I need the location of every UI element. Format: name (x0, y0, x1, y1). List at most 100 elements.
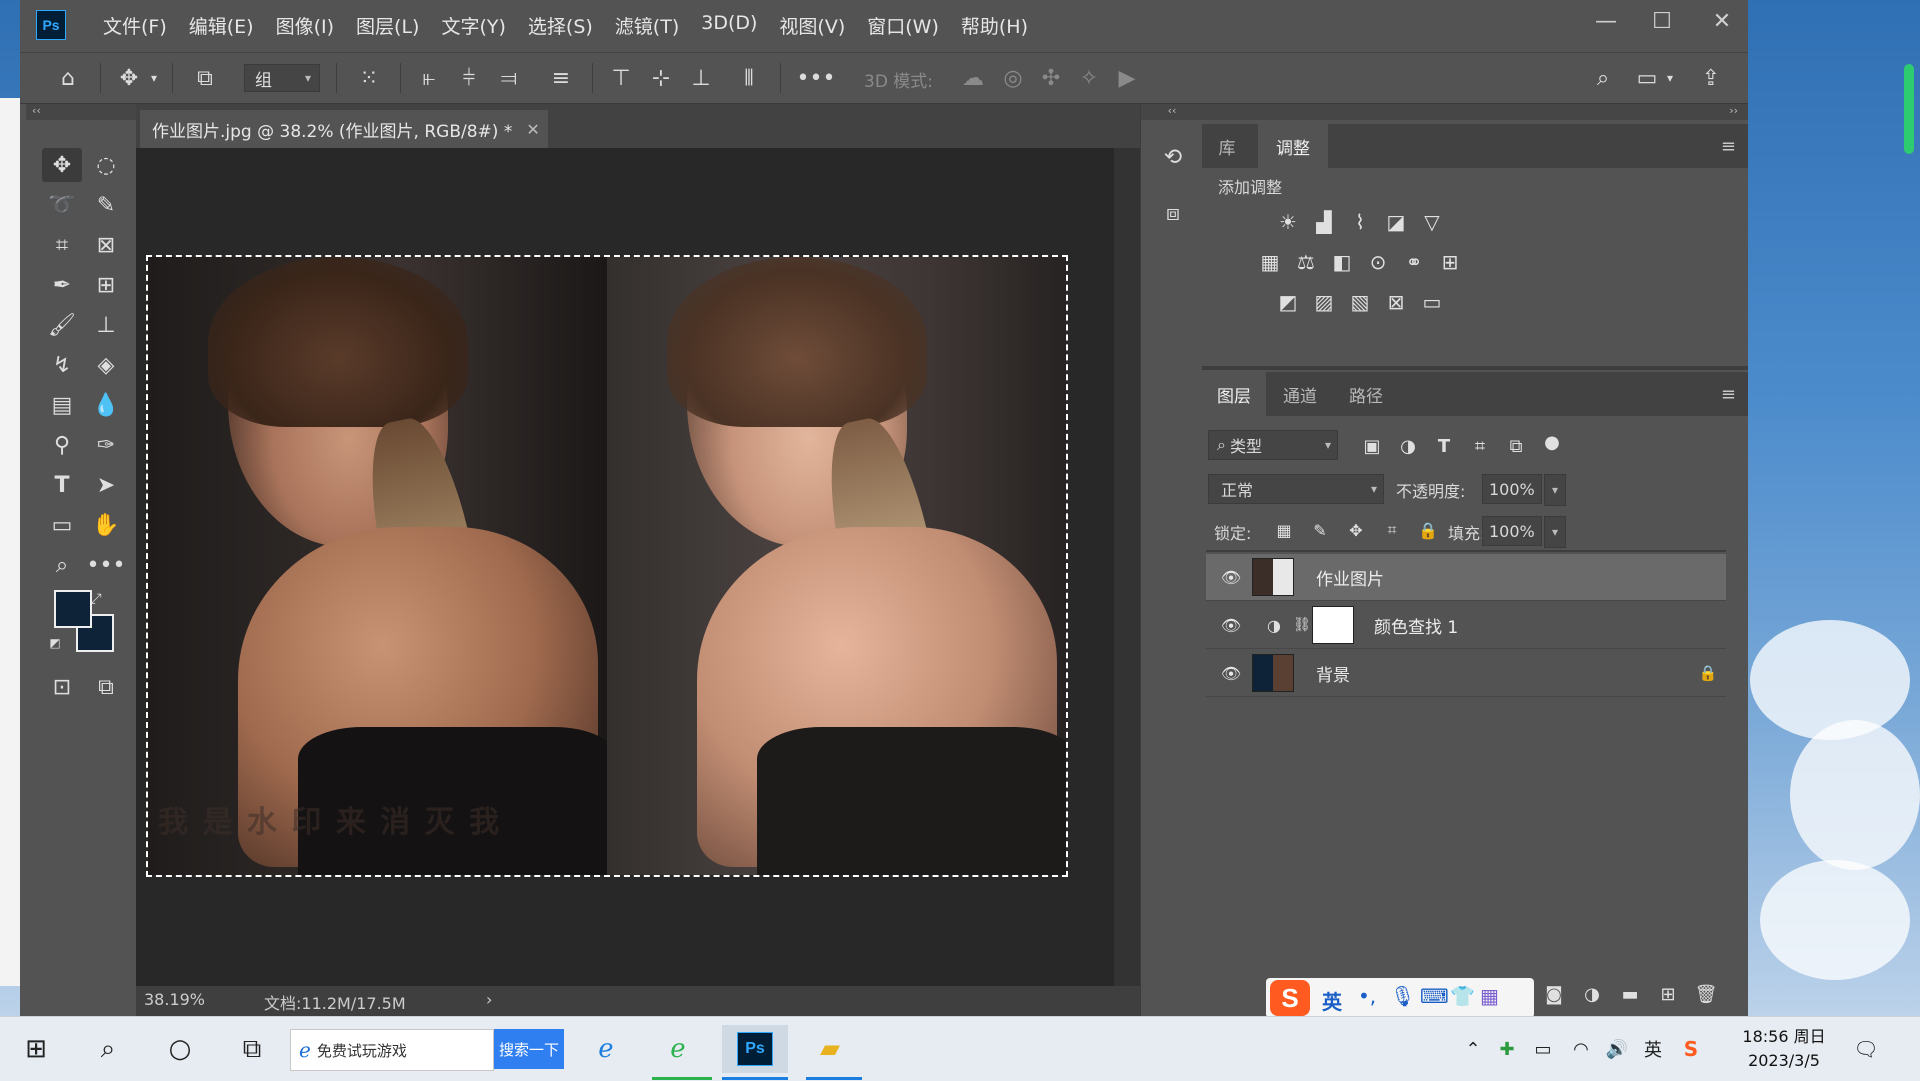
crop-tool-icon[interactable]: ⌗ (42, 228, 82, 262)
filter-type-icon[interactable]: T (1430, 432, 1458, 460)
menu-help[interactable]: 帮助(H) (950, 12, 1039, 39)
tab-adjustments[interactable]: 调整 (1258, 124, 1328, 168)
move-tool-icon[interactable]: ✥ (112, 61, 146, 95)
delete-layer-icon[interactable]: 🗑 (1692, 980, 1720, 1008)
tab-paths[interactable]: 路径 (1334, 372, 1398, 416)
lasso-tool-icon[interactable]: ➰ (42, 188, 82, 222)
search-icon[interactable]: ⌕ (84, 1025, 132, 1073)
clone-stamp-tool-icon[interactable]: ⊥ (86, 308, 126, 342)
levels-icon[interactable]: ▟ (1310, 208, 1338, 236)
eye-icon[interactable]: 👁 (1220, 662, 1242, 684)
menu-select[interactable]: 选择(S) (517, 12, 604, 39)
dodge-tool-icon[interactable]: ⚲ (42, 428, 82, 462)
taskbar-clock[interactable]: 18:56 周日 2023/3/5 (1734, 1025, 1834, 1073)
zoom-level[interactable]: 38.19% (144, 990, 205, 1009)
new-adjustment-layer-icon[interactable]: ◑ (1578, 980, 1606, 1008)
layer-filter-dropdown[interactable]: ⌕ 类型 ▾ (1208, 430, 1338, 460)
new-layer-icon[interactable]: ⊞ (1654, 980, 1682, 1008)
tools-panel-collapse[interactable]: ‹‹ (26, 104, 136, 120)
align-middle-icon[interactable]: ⊹ (644, 61, 678, 95)
blur-tool-icon[interactable]: 💧 (86, 388, 126, 422)
posterize-icon[interactable]: ▨ (1310, 288, 1338, 316)
history-brush-tool-icon[interactable]: ↯ (42, 348, 82, 382)
color-balance-icon[interactable]: ⚖ (1292, 248, 1320, 276)
tray-language[interactable]: 英 (1636, 1025, 1670, 1073)
close-button[interactable]: ✕ (1702, 6, 1742, 36)
gradient-tool-icon[interactable]: ▤ (42, 388, 82, 422)
layer-row-color-lookup[interactable]: 👁 ◑ ⛓ 颜色查找 1 (1206, 602, 1726, 649)
tray-sogou-icon[interactable]: S (1676, 1025, 1706, 1073)
tray-chevron-icon[interactable]: ⌃ (1458, 1025, 1488, 1073)
color-lookup-icon[interactable]: ⊞ (1436, 248, 1464, 276)
lock-pixels-icon[interactable]: ✎ (1306, 516, 1334, 544)
minimize-button[interactable]: — (1586, 6, 1626, 36)
align-top-icon[interactable]: ⊤ (604, 61, 638, 95)
eye-icon[interactable]: 👁 (1220, 566, 1242, 588)
new-group-icon[interactable]: ▬ (1616, 980, 1644, 1008)
properties-panel-icon[interactable]: ⧈ (1153, 196, 1193, 230)
lock-position-icon[interactable]: ✥ (1342, 516, 1370, 544)
canvas[interactable]: 我 是 水 印 来 消 灭 我 (146, 255, 1068, 877)
fill-input[interactable]: 100% (1482, 516, 1542, 546)
type-tool-icon[interactable]: T (42, 468, 82, 502)
photo-filter-icon[interactable]: ⊙ (1364, 248, 1392, 276)
layer-row-homework[interactable]: 👁 作业图片 (1206, 554, 1726, 601)
photoshop-taskbar-button[interactable]: Ps (722, 1025, 788, 1073)
path-select-tool-icon[interactable]: ➤ (86, 468, 126, 502)
vertical-scrollbar[interactable] (1114, 148, 1140, 986)
distribute-icon[interactable]: ≡ (544, 61, 578, 95)
move-tool-icon[interactable]: ✥ (42, 148, 82, 182)
align-center-icon[interactable]: ⫩ (452, 61, 486, 95)
zoom-tool-icon[interactable]: ⌕ (42, 548, 82, 582)
curves-icon[interactable]: ⌇ (1346, 208, 1374, 236)
ime-punctuation-icon[interactable]: •, (1358, 984, 1376, 1008)
healing-brush-tool-icon[interactable]: ⊞ (86, 268, 126, 302)
menu-filter[interactable]: 滤镜(T) (604, 12, 690, 39)
taskbar-search-button[interactable]: 搜索一下 (494, 1029, 564, 1069)
vibrance-icon[interactable]: ▽ (1418, 208, 1446, 236)
layers-panel-menu-icon[interactable]: ≡ (1721, 384, 1736, 405)
taskbar-search-box[interactable]: ℯ 免费试玩游戏 (290, 1029, 494, 1071)
layer-row-background[interactable]: 👁 背景 🔒 (1206, 650, 1726, 697)
file-explorer-icon[interactable]: ▰ (806, 1025, 854, 1073)
blend-mode-dropdown[interactable]: 正常 ▾ (1208, 474, 1384, 504)
menu-edit[interactable]: 编辑(E) (178, 12, 265, 39)
invert-icon[interactable]: ◩ (1274, 288, 1302, 316)
layer-name[interactable]: 背景 (1316, 661, 1350, 686)
gradient-map-icon[interactable]: ▭ (1418, 288, 1446, 316)
quick-select-tool-icon[interactable]: ✎ (86, 188, 126, 222)
document-tab[interactable]: 作业图片.jpg @ 38.2% (作业图片, RGB/8#) * ✕ (140, 110, 548, 148)
3d-slide-icon[interactable]: ✧ (1072, 61, 1106, 95)
browser-360-icon[interactable]: ℯ (654, 1025, 702, 1073)
search-icon[interactable]: ⌕ (1586, 61, 1620, 95)
lock-artboard-icon[interactable]: ⌗ (1378, 516, 1406, 544)
tab-layers[interactable]: 图层 (1202, 372, 1266, 416)
chevron-down-icon[interactable]: ▾ (146, 61, 162, 95)
hue-saturation-icon[interactable]: ▦ (1256, 248, 1284, 276)
tab-library[interactable]: 库 (1202, 124, 1252, 168)
menu-window[interactable]: 窗口(W) (856, 12, 950, 39)
panel-strip-collapse[interactable]: ‹‹ (1141, 104, 1203, 120)
layer-mask-thumbnail[interactable] (1312, 606, 1354, 644)
home-icon[interactable]: ⌂ (48, 61, 88, 95)
task-view-icon[interactable]: ⧉ (228, 1025, 276, 1073)
notification-icon[interactable]: 🗨 (1846, 1025, 1886, 1073)
close-tab-icon[interactable]: ✕ (526, 120, 539, 139)
foreground-color-swatch[interactable] (54, 590, 92, 628)
threshold-icon[interactable]: ▧ (1346, 288, 1374, 316)
eyedropper-tool-icon[interactable]: ✒ (42, 268, 82, 302)
more-options-icon[interactable]: ••• (796, 61, 836, 95)
workspace-icon[interactable]: ▭ (1630, 61, 1664, 95)
ime-voice-icon[interactable]: 🎙 (1390, 984, 1415, 1008)
marquee-tool-icon[interactable]: ◌ (86, 148, 126, 182)
default-colors-icon[interactable]: ◩ (44, 632, 66, 654)
menu-type[interactable]: 文字(Y) (430, 12, 516, 39)
auto-select-layers-icon[interactable]: ⧉ (188, 61, 222, 95)
sogou-logo-icon[interactable]: S (1270, 980, 1310, 1016)
layer-name[interactable]: 颜色查找 1 (1374, 613, 1458, 638)
3d-pan-icon[interactable]: ✣ (1034, 61, 1068, 95)
add-mask-icon[interactable]: ◙ (1540, 980, 1568, 1008)
more-tools-icon[interactable]: ••• (86, 548, 126, 582)
maximize-button[interactable]: ☐ (1642, 6, 1682, 36)
tab-channels[interactable]: 通道 (1268, 372, 1332, 416)
